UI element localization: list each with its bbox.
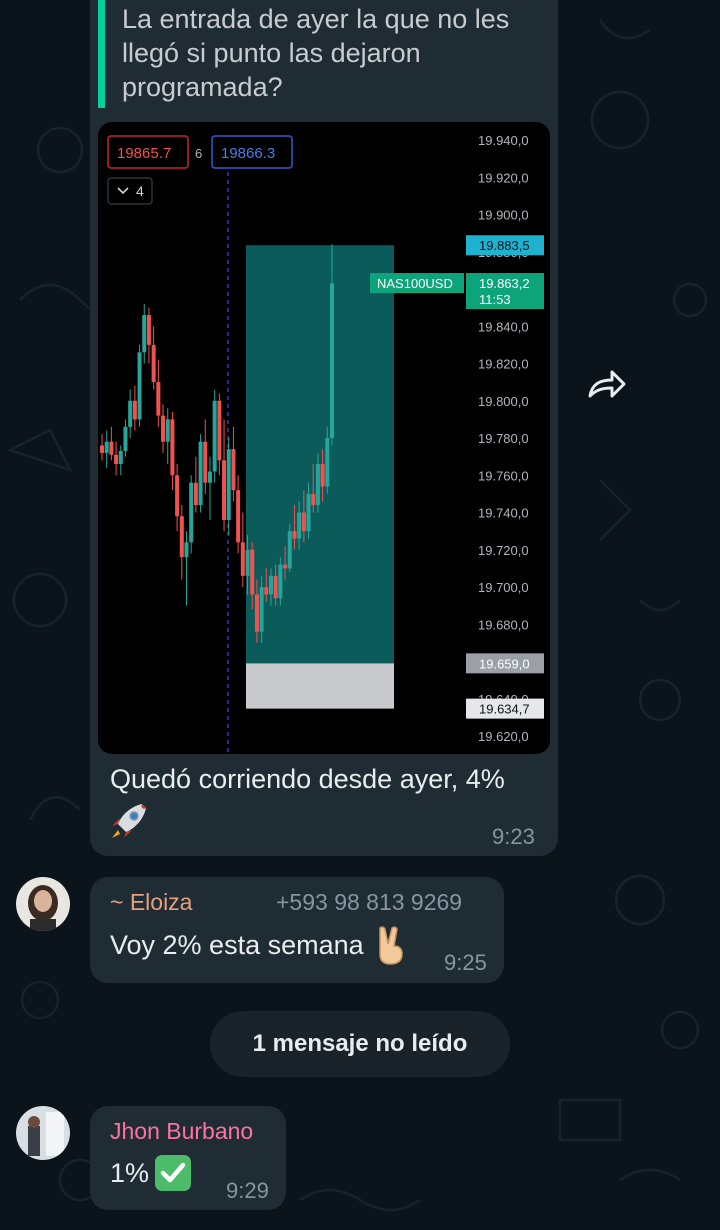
candle-body (254, 594, 259, 632)
message-text-2: Voy 2% esta semana (110, 930, 364, 960)
candle-body (320, 464, 325, 487)
candle-body (268, 575, 273, 595)
candle-body (245, 549, 250, 576)
candle-body (114, 454, 119, 465)
candle-body (123, 426, 128, 452)
candle-body (198, 441, 203, 506)
message-time-2: 9:25 (444, 950, 487, 975)
price-countdown: 11:53 (479, 292, 511, 307)
price-tag-target: 19.883,5 (479, 238, 530, 253)
loss-zone (246, 663, 394, 709)
candle-body (222, 460, 227, 520)
candle-body (306, 493, 311, 532)
price-tag-current: 19.863,2 (479, 276, 530, 291)
y-tick-label: 19.900,0 (478, 208, 529, 223)
candle-body (193, 482, 198, 506)
candle-body (189, 482, 194, 543)
candle-body (264, 587, 269, 595)
candle-body (146, 315, 151, 345)
indicators-toggle (107, 177, 153, 205)
candle-body (217, 400, 222, 461)
quoted-message-text: La entrada de ayer la que no les llegó s… (122, 4, 510, 102)
y-tick-label: 19.920,0 (478, 170, 529, 185)
candle-body (170, 419, 175, 476)
symbol-label: NAS100USD (377, 276, 453, 291)
candle-body (151, 344, 156, 383)
message-text-3: 1% (110, 1158, 150, 1188)
unread-messages-banner: 1 mensaje no leído (210, 1011, 510, 1077)
profit-zone (246, 245, 394, 664)
candle-body (128, 400, 133, 427)
candle-body (207, 471, 212, 483)
y-tick-label: 19.840,0 (478, 319, 529, 334)
candle-body (165, 419, 170, 442)
message-text-1: Quedó corriendo desde ayer, 4% (110, 764, 505, 794)
candle-body (118, 451, 123, 465)
avatar[interactable] (16, 1106, 70, 1160)
y-tick-label: 19.620,0 (478, 729, 529, 744)
buy-price: 19866.3 (221, 145, 275, 162)
candle-body (175, 475, 180, 517)
candle-body (273, 575, 278, 599)
victory-hand-icon (379, 926, 403, 965)
price-tag-stop: 19.634,7 (479, 702, 530, 717)
candle-body (212, 400, 217, 472)
y-tick-label: 19.720,0 (478, 543, 529, 558)
candle-body (100, 445, 104, 453)
candle-body (259, 587, 264, 632)
candle-body (325, 438, 330, 487)
candle-body (315, 464, 320, 506)
sender-name[interactable]: Jhon Burbano (110, 1118, 253, 1145)
rocket-icon (112, 804, 146, 838)
y-tick-label: 19.940,0 (478, 133, 529, 148)
indicator-count: 4 (136, 183, 144, 199)
candle-body (104, 441, 109, 453)
candle-body (226, 449, 231, 520)
candle-body (297, 512, 302, 539)
candle-body (156, 382, 161, 416)
avatar[interactable] (16, 877, 70, 931)
candle-body (278, 564, 283, 599)
message-time-3: 9:29 (226, 1178, 269, 1203)
candle-body (287, 531, 292, 569)
candle-body (203, 441, 208, 483)
candle-body (184, 542, 189, 558)
candle-body (109, 441, 114, 455)
check-mark-icon (155, 1155, 191, 1191)
message-time-1: 9:23 (492, 824, 535, 849)
price-tag-entry: 19.659,0 (479, 656, 530, 671)
candle-body (179, 516, 184, 558)
y-tick-label: 19.700,0 (478, 580, 529, 595)
candle-body (250, 549, 255, 595)
candle-body (283, 564, 288, 569)
y-tick-label: 19.680,0 (478, 617, 529, 632)
candle-body (161, 415, 166, 442)
spread-value: 6 (195, 146, 202, 161)
sender-name[interactable]: ~ Eloiza (110, 889, 192, 916)
chart-image[interactable]: 19.940,019.920,019.900,019.880,019.860,0… (98, 122, 550, 754)
candle-body (240, 542, 245, 576)
candle-body (311, 493, 316, 506)
candlestick-chart: 19.940,019.920,019.900,019.880,019.860,0… (100, 133, 544, 754)
y-tick-label: 19.760,0 (478, 468, 529, 483)
candle-body (132, 400, 137, 420)
forward-icon[interactable] (586, 368, 626, 400)
candle-body (142, 315, 147, 353)
y-tick-label: 19.820,0 (478, 357, 529, 372)
candle-body (292, 531, 297, 539)
y-tick-label: 19.740,0 (478, 506, 529, 521)
candle-body (301, 512, 306, 532)
y-tick-label: 19.780,0 (478, 431, 529, 446)
sender-phone: +593 98 813 9269 (276, 889, 463, 915)
y-tick-label: 19.800,0 (478, 394, 529, 409)
candle-body (231, 449, 236, 491)
candle-body (330, 283, 334, 438)
candle-body (236, 490, 241, 543)
candle-body (137, 352, 142, 420)
sell-price: 19865.7 (117, 145, 171, 162)
